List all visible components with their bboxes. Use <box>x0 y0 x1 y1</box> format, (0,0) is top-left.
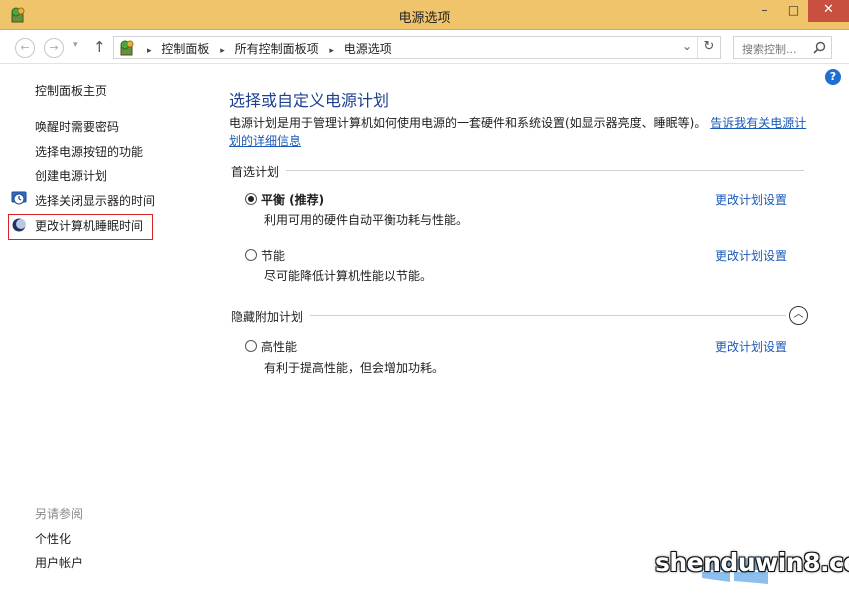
search-input[interactable]: 搜索控制... <box>733 36 832 59</box>
breadcrumb: ▸ 控制面板 ▸ 所有控制面板项 ▸ 电源选项 <box>140 40 392 57</box>
sidebar-item-user-accounts[interactable]: 用户帐户 <box>35 554 83 571</box>
recent-locations-icon[interactable]: ▾ <box>73 40 78 50</box>
breadcrumb-separator-icon[interactable]: ▸ <box>220 46 225 56</box>
close-button[interactable]: ✕ <box>808 0 849 22</box>
balanced-plan-description: 利用可用的硬件自动平衡功耗与性能。 <box>264 213 469 227</box>
minimize-button[interactable]: – <box>750 0 779 22</box>
navigation-bar: ← → ▾ ↑ ▸ 控制面板 ▸ 所有控制面板项 ▸ 电源选项 ⌄ ↻ 搜索控制… <box>0 30 849 64</box>
chevron-down-icon[interactable]: ⌄ <box>682 39 692 53</box>
balanced-plan-name[interactable]: 平衡 (推荐) <box>261 191 324 208</box>
breadcrumb-control-panel[interactable]: 控制面板 <box>161 42 209 56</box>
breadcrumb-power-options[interactable]: 电源选项 <box>344 42 392 56</box>
refresh-button[interactable]: ↻ <box>697 37 720 58</box>
control-panel-icon <box>120 40 134 56</box>
high-performance-plan-name[interactable]: 高性能 <box>261 338 297 355</box>
power-saver-plan-name[interactable]: 节能 <box>261 247 285 264</box>
balanced-plan-radio[interactable] <box>245 193 257 205</box>
sidebar-item-power-buttons[interactable]: 选择电源按钮的功能 <box>35 143 143 160</box>
display-timer-icon <box>11 191 27 205</box>
intro-description: 电源计划是用于管理计算机如何使用电源的一套硬件和系统设置(如显示器亮度、睡眠等)… <box>229 116 707 130</box>
breadcrumb-separator-icon[interactable]: ▸ <box>329 46 334 56</box>
watermark-text: shenduwin8.com <box>655 548 849 577</box>
sidebar: 控制面板主页 唤醒时需要密码 选择电源按钮的功能 创建电源计划 选择关闭显示器的… <box>0 64 210 595</box>
high-performance-plan-radio[interactable] <box>245 340 257 352</box>
sidebar-item-personalization[interactable]: 个性化 <box>35 530 71 547</box>
high-performance-plan-description: 有利于提高性能，但会增加功耗。 <box>264 361 445 375</box>
forward-button[interactable]: → <box>44 38 64 58</box>
back-button[interactable]: ← <box>15 38 35 58</box>
see-also-heading: 另请参阅 <box>35 507 84 521</box>
sidebar-item-create-plan[interactable]: 创建电源计划 <box>35 167 107 184</box>
divider <box>286 170 804 171</box>
title-bar: 电源选项 – □ ✕ <box>0 0 849 30</box>
highlight-box <box>8 214 153 240</box>
power-saver-change-settings-link[interactable]: 更改计划设置 <box>715 247 787 264</box>
divider <box>310 315 786 316</box>
power-saver-plan-description: 尽可能降低计算机性能以节能。 <box>264 269 433 283</box>
main-content: 选择或自定义电源计划 电源计划是用于管理计算机如何使用电源的一套硬件和系统设置(… <box>210 64 849 595</box>
sidebar-item-control-panel-home[interactable]: 控制面板主页 <box>35 82 107 99</box>
power-saver-plan-radio[interactable] <box>245 249 257 261</box>
balanced-change-settings-link[interactable]: 更改计划设置 <box>715 191 787 208</box>
sidebar-item-display-off-time[interactable]: 选择关闭显示器的时间 <box>35 192 155 209</box>
preferred-plans-heading: 首选计划 <box>231 165 280 179</box>
sidebar-item-wakeup-password[interactable]: 唤醒时需要密码 <box>35 118 119 135</box>
high-performance-change-settings-link[interactable]: 更改计划设置 <box>715 338 787 355</box>
breadcrumb-all-items[interactable]: 所有控制面板项 <box>235 42 319 56</box>
intro-text: 电源计划是用于管理计算机如何使用电源的一套硬件和系统设置(如显示器亮度、睡眠等)… <box>229 114 807 150</box>
address-bar[interactable]: ▸ 控制面板 ▸ 所有控制面板项 ▸ 电源选项 ⌄ ↻ <box>113 36 721 59</box>
search-placeholder: 搜索控制... <box>742 43 797 56</box>
search-icon[interactable] <box>813 41 826 54</box>
hidden-plans-heading: 隐藏附加计划 <box>231 310 304 324</box>
up-button[interactable]: ↑ <box>93 38 106 56</box>
breadcrumb-separator-icon: ▸ <box>147 46 152 56</box>
collapse-button[interactable]: ︿ <box>789 306 808 325</box>
page-title: 选择或自定义电源计划 <box>229 91 390 110</box>
maximize-button[interactable]: □ <box>779 0 808 22</box>
window-title: 电源选项 <box>398 11 451 26</box>
